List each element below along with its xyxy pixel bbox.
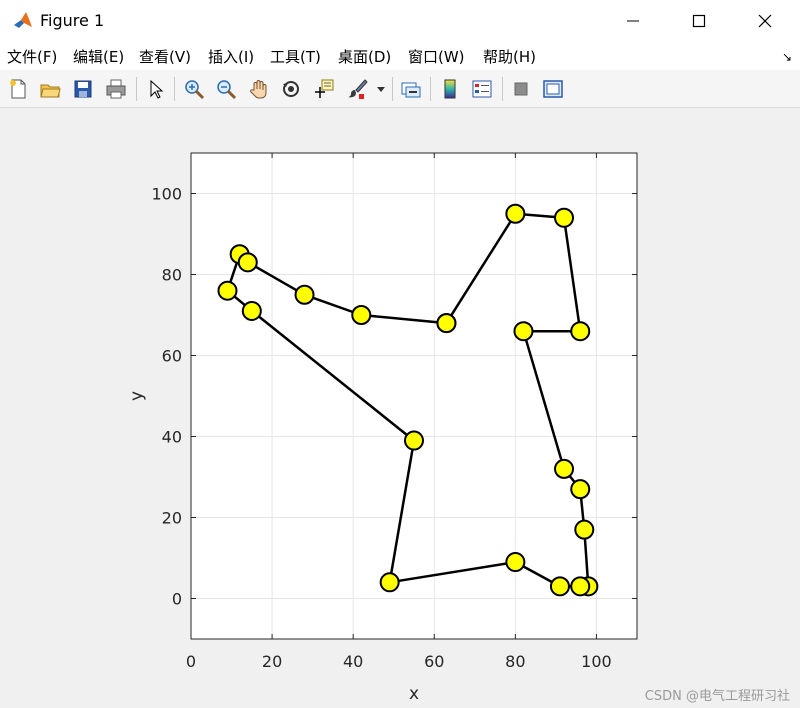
colorbar-icon	[444, 79, 456, 99]
data-point-marker	[237, 252, 258, 273]
data-point-marker	[549, 576, 570, 597]
menu-view[interactable]: 查看(V)	[139, 46, 191, 67]
toolbar-separator	[502, 77, 503, 101]
y-tick-label: 20	[162, 509, 182, 528]
data-point-marker	[404, 430, 424, 451]
data-point-marker	[574, 519, 595, 540]
data-point-marker	[241, 300, 262, 321]
new-figure-button[interactable]	[5, 76, 31, 102]
title-bar: Figure 1	[0, 0, 800, 42]
data-point-marker	[554, 458, 575, 479]
axes-background[interactable]	[191, 153, 637, 639]
hide-plot-tools-icon	[514, 82, 528, 96]
menu-edit[interactable]: 编辑(E)	[73, 46, 124, 67]
brush-dropdown-button[interactable]	[374, 76, 388, 102]
y-tick-label: 100	[151, 185, 182, 204]
menu-tools[interactable]: 工具(T)	[270, 46, 321, 67]
legend-icon	[472, 80, 492, 98]
menu-insert[interactable]: 插入(I)	[208, 46, 254, 67]
colorbar-button[interactable]	[437, 76, 463, 102]
new-figure-icon	[10, 79, 26, 99]
y-tick-label: 40	[162, 428, 182, 447]
x-tick-label: 20	[262, 652, 282, 671]
data-cursor-icon	[315, 79, 334, 98]
y-tick-label: 60	[162, 347, 182, 366]
show-plot-tools-button[interactable]	[540, 76, 566, 102]
brush-icon	[348, 79, 368, 99]
zoom-out-icon	[217, 80, 237, 100]
save-button[interactable]	[70, 76, 96, 102]
toolbar-separator	[136, 77, 137, 101]
matlab-logo-icon	[12, 10, 34, 32]
maximize-button[interactable]	[676, 0, 722, 42]
show-plot-tools-icon	[543, 80, 563, 98]
y-tick-label: 0	[172, 590, 182, 609]
data-point-marker	[570, 479, 591, 500]
data-point-marker	[436, 313, 457, 334]
pan-button[interactable]	[246, 76, 272, 102]
data-point-marker	[570, 576, 591, 597]
hide-plot-tools-button[interactable]	[508, 76, 534, 102]
toolbar-separator	[430, 77, 431, 101]
watermark: CSDN @电气工程研习社	[644, 689, 790, 704]
rotate-3d-icon	[283, 81, 299, 97]
zoom-in-button[interactable]	[181, 76, 207, 102]
maximize-icon	[692, 14, 706, 28]
close-icon	[758, 14, 772, 28]
edit-plot-icon	[150, 79, 164, 99]
figure-toolbar	[0, 70, 800, 108]
data-point-marker	[505, 552, 526, 573]
print-button[interactable]	[103, 76, 129, 102]
data-point-marker	[379, 572, 400, 593]
data-point-marker	[554, 207, 575, 228]
save-icon	[74, 80, 92, 98]
brush-button[interactable]	[344, 76, 370, 102]
link-plot-icon	[401, 82, 421, 98]
minimize-button[interactable]	[610, 0, 656, 42]
menu-window[interactable]: 窗口(W)	[408, 46, 465, 67]
link-plot-button[interactable]	[398, 76, 424, 102]
open-file-button[interactable]	[37, 76, 63, 102]
open-file-icon	[40, 84, 61, 98]
toolbar-separator	[392, 77, 393, 101]
data-cursor-button[interactable]	[311, 76, 337, 102]
menu-overflow-arrow-icon[interactable]: ↘	[782, 50, 792, 64]
x-tick-label: 100	[581, 652, 612, 671]
window-title: Figure 1	[40, 11, 105, 30]
data-point-marker	[351, 305, 372, 325]
y-tick-label: 80	[162, 266, 182, 285]
pan-hand-icon	[250, 80, 267, 99]
data-point-marker	[570, 321, 591, 342]
menu-file[interactable]: 文件(F)	[7, 46, 57, 67]
print-icon	[106, 79, 126, 99]
plot-svg: 0 20 40 60 80 100 0 20 40 60 80 100 x y	[127, 152, 638, 704]
zoom-in-icon	[185, 80, 205, 100]
data-point-marker	[513, 321, 534, 342]
x-tick-label: 80	[505, 652, 525, 671]
x-tick-label: 60	[424, 652, 444, 671]
x-axis-label: x	[409, 684, 419, 704]
x-tick-label: 0	[186, 652, 196, 671]
menu-desktop[interactable]: 桌面(D)	[338, 46, 391, 67]
legend-button[interactable]	[469, 76, 495, 102]
figure-canvas: 0 20 40 60 80 100 0 20 40 60 80 100 x y CSDN @电气工程…	[0, 108, 800, 708]
y-axis-label: y	[127, 391, 147, 401]
close-button[interactable]	[742, 0, 788, 42]
zoom-out-button[interactable]	[213, 76, 239, 102]
data-point-marker	[505, 203, 526, 224]
minimize-icon	[627, 20, 639, 22]
menu-bar: 文件(F) 编辑(E) 查看(V) 插入(I) 工具(T) 桌面(D) 窗口(W…	[0, 42, 800, 70]
data-point-marker	[217, 280, 238, 301]
edit-plot-button[interactable]	[143, 76, 169, 102]
data-point-marker	[294, 284, 315, 305]
x-tick-label: 40	[343, 652, 363, 671]
rotate-3d-button[interactable]	[278, 76, 304, 102]
chevron-down-icon	[377, 87, 385, 92]
toolbar-separator	[174, 77, 175, 101]
menu-help[interactable]: 帮助(H)	[483, 46, 536, 67]
